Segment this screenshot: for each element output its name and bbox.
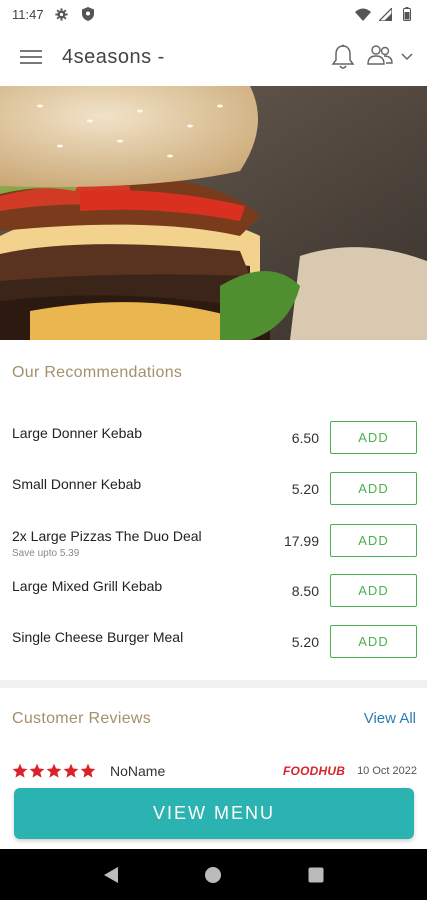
star-icon — [12, 763, 28, 778]
users-icon — [367, 44, 393, 71]
add-button[interactable]: ADD — [330, 625, 417, 658]
back-icon[interactable] — [91, 855, 131, 895]
battery-icon — [399, 6, 415, 22]
wifi-icon — [355, 6, 371, 22]
review-item: NoName FOODHUB 10 Oct 2022 — [12, 760, 417, 782]
item-name: 2x Large Pizzas The Duo Deal — [12, 528, 202, 544]
recommendation-item: Single Cheese Burger Meal 5.20 ADD — [0, 625, 427, 665]
add-button[interactable]: ADD — [330, 524, 417, 557]
recommendation-item: Large Mixed Grill Kebab 8.50 ADD — [0, 574, 427, 614]
review-source-logo: FOODHUB — [283, 764, 346, 778]
status-time: 11:47 — [12, 6, 44, 22]
page-title: 4seasons - — [62, 45, 165, 68]
star-icon — [80, 763, 96, 778]
item-savings-note: Save upto 5.39 — [12, 548, 80, 559]
view-menu-button[interactable]: VIEW MENU — [14, 788, 414, 839]
gear-icon — [54, 6, 70, 22]
item-name: Single Cheese Burger Meal — [12, 629, 184, 645]
item-name: Large Mixed Grill Kebab — [12, 578, 163, 594]
item-price: 6.50 — [291, 430, 319, 446]
item-price: 5.20 — [291, 481, 319, 497]
item-price: 8.50 — [291, 583, 319, 599]
recommendation-item: Small Donner Kebab 5.20 ADD — [0, 472, 427, 512]
recents-icon[interactable] — [296, 855, 336, 895]
item-name: Small Donner Kebab — [12, 476, 142, 492]
hero-burger-image — [0, 86, 427, 340]
system-nav-bar — [0, 849, 427, 900]
star-rating — [12, 763, 96, 779]
reviews-title: Customer Reviews — [12, 710, 152, 727]
section-divider — [0, 680, 427, 688]
recommendation-item: 2x Large Pizzas The Duo Deal Save upto 5… — [0, 524, 427, 564]
chevron-down-icon — [401, 48, 413, 66]
add-button[interactable]: ADD — [330, 421, 417, 454]
reviewer-name: NoName — [110, 763, 166, 779]
review-date: 10 Oct 2022 — [357, 765, 417, 777]
recommendations-title: Our Recommendations — [12, 364, 183, 381]
item-price: 5.20 — [291, 634, 319, 650]
star-icon — [46, 763, 62, 778]
star-icon — [63, 763, 79, 778]
hamburger-menu-icon[interactable] — [14, 40, 48, 74]
app-bar: 4seasons - — [0, 28, 427, 86]
add-button[interactable]: ADD — [330, 574, 417, 607]
view-all-link[interactable]: View All — [364, 710, 416, 727]
item-price: 17.99 — [283, 533, 319, 549]
item-name: Large Donner Kebab — [12, 425, 142, 441]
add-button[interactable]: ADD — [330, 472, 417, 505]
signal-icon — [377, 6, 393, 22]
bell-icon[interactable] — [331, 44, 355, 70]
star-icon — [29, 763, 45, 778]
home-icon[interactable] — [193, 855, 233, 895]
account-dropdown[interactable] — [367, 44, 413, 71]
status-bar: 11:47 — [0, 0, 427, 28]
shield-icon — [80, 6, 96, 22]
recommendation-item: Large Donner Kebab 6.50 ADD — [0, 421, 427, 461]
